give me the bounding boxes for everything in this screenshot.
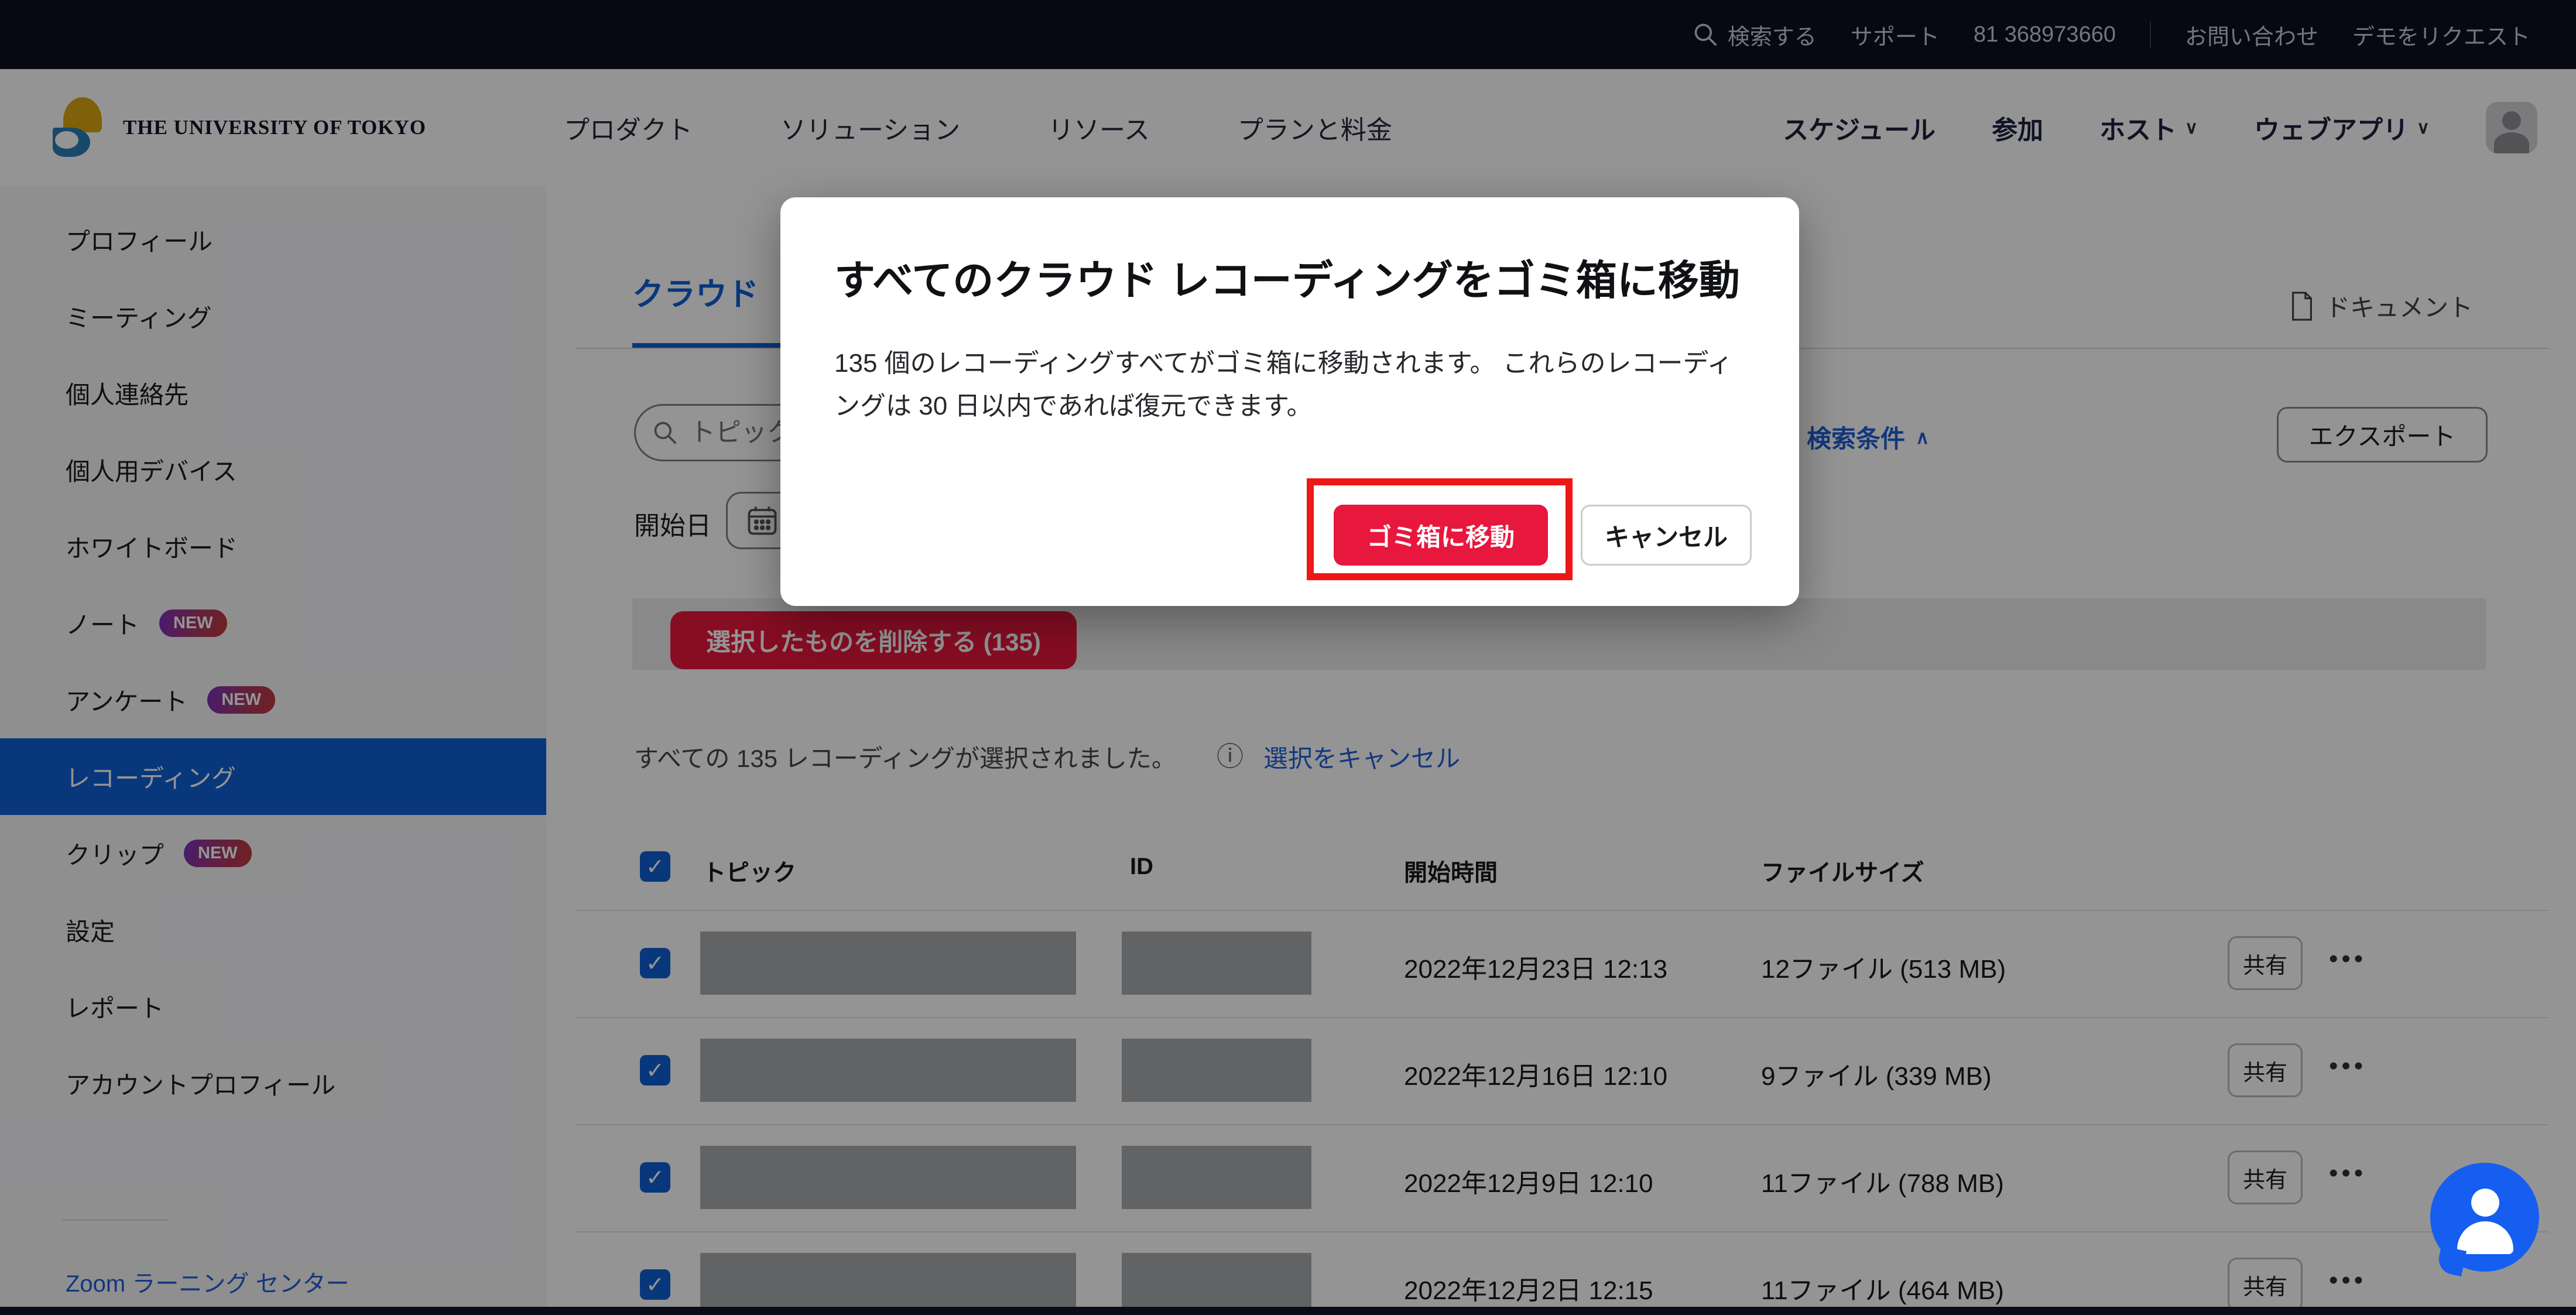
page-bottom-edge [0, 1307, 2576, 1315]
move-to-trash-button[interactable]: ゴミ箱に移動 [1334, 505, 1548, 566]
page: 検索する サポート 81 368973660 お問い合わせ デモをリクエスト T… [0, 0, 2576, 1315]
modal-title: すべてのクラウド レコーディングをゴミ箱に移動 [834, 250, 1745, 311]
chat-person-icon [2471, 1189, 2499, 1217]
cancel-button[interactable]: キャンセル [1581, 505, 1752, 566]
chat-support-button[interactable] [2430, 1163, 2539, 1272]
modal-body-text: 135 個のレコーディングすべてがゴミ箱に移動されます。 これらのレコーディング… [834, 342, 1745, 427]
